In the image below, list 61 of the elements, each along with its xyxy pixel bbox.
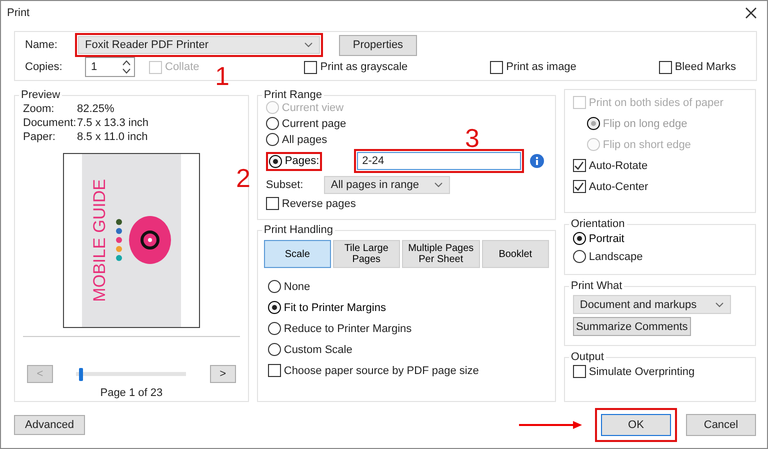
group-title: Output: [570, 351, 605, 363]
printer-dropdown[interactable]: Foxit Reader PDF Printer: [78, 36, 320, 54]
group-title: Preview: [20, 89, 62, 101]
handling-tab[interactable]: Booklet: [482, 240, 549, 268]
orientation-radio[interactable]: Landscape: [572, 250, 747, 263]
handling-tab[interactable]: Multiple Pages Per Sheet: [402, 240, 480, 268]
page-counter: Page 1 of 23: [99, 387, 164, 399]
name-label: Name:: [25, 39, 58, 51]
handling-tab[interactable]: Scale: [264, 240, 331, 268]
orientation-radio[interactable]: Portrait: [572, 232, 747, 245]
handling-tab[interactable]: Tile Large Pages: [332, 240, 400, 268]
range-radio[interactable]: Pages:: [268, 154, 320, 168]
summarize-comments-button[interactable]: Summarize Comments: [572, 317, 691, 336]
caret-icon: [434, 182, 443, 188]
reverse-checkbox[interactable]: Reverse pages: [266, 197, 547, 210]
slider-thumb[interactable]: [78, 368, 83, 380]
scale-radio[interactable]: Fit to Printer Margins: [268, 301, 547, 314]
annotation-number: 2: [236, 165, 250, 191]
info-label: Zoom:: [23, 103, 56, 117]
scale-radio[interactable]: None: [268, 280, 547, 293]
copies-field[interactable]: 1: [85, 57, 135, 77]
auto-checkbox[interactable]: Auto-Center: [572, 180, 747, 193]
annotation-arrow: [519, 420, 583, 430]
cancel-button[interactable]: Cancel: [686, 414, 756, 436]
auto-checkbox[interactable]: Auto-Rotate: [572, 159, 747, 172]
next-page-button[interactable]: >: [210, 365, 236, 383]
annotation-number: 1: [215, 63, 230, 89]
caret-icon: [714, 302, 724, 308]
subset-dropdown[interactable]: All pages in range: [324, 176, 450, 194]
ok-button[interactable]: OK: [601, 414, 671, 436]
option-checkbox[interactable]: Print as image: [490, 60, 576, 74]
advanced-button[interactable]: Advanced: [14, 415, 85, 435]
info-label: Paper:: [23, 130, 56, 145]
subset-label: Subset:: [266, 179, 304, 191]
copies-label: Copies:: [25, 61, 64, 73]
logo-icon: [128, 215, 172, 266]
close-icon[interactable]: [743, 5, 759, 21]
info-value: 8.5 x 11.0 inch: [77, 130, 148, 145]
scale-radio[interactable]: Custom Scale: [268, 343, 547, 356]
group-title: Print What: [570, 280, 624, 292]
group-title: Print Handling: [262, 224, 334, 236]
info-icon[interactable]: [530, 154, 544, 168]
spinner-arrows-icon[interactable]: [122, 59, 131, 75]
checkmark-icon: [574, 182, 584, 192]
info-value: 7.5 x 13.3 inch: [77, 116, 149, 131]
caret-icon: [304, 42, 313, 48]
overprinting-checkbox[interactable]: Simulate Overprinting: [572, 365, 747, 378]
option-checkbox[interactable]: Print as grayscale: [304, 60, 408, 74]
paper-source-checkbox[interactable]: Choose paper source by PDF page size: [268, 364, 547, 377]
properties-button[interactable]: Properties: [339, 34, 417, 56]
scale-radio[interactable]: Reduce to Printer Margins: [268, 322, 547, 335]
page-title: MOBILE GUIDE: [90, 179, 110, 302]
pages-field[interactable]: 2-24: [357, 152, 522, 170]
group-title: Orientation: [570, 218, 626, 230]
checkmark-icon: [574, 160, 584, 170]
info-value: 82.25%: [77, 103, 114, 117]
group-title: Print Range: [262, 89, 323, 101]
info-label: Document:: [23, 116, 77, 131]
option-checkbox[interactable]: Bleed Marks: [658, 60, 736, 74]
print-what-dropdown[interactable]: Document and markups: [572, 295, 731, 314]
window-title: Print: [7, 7, 30, 19]
